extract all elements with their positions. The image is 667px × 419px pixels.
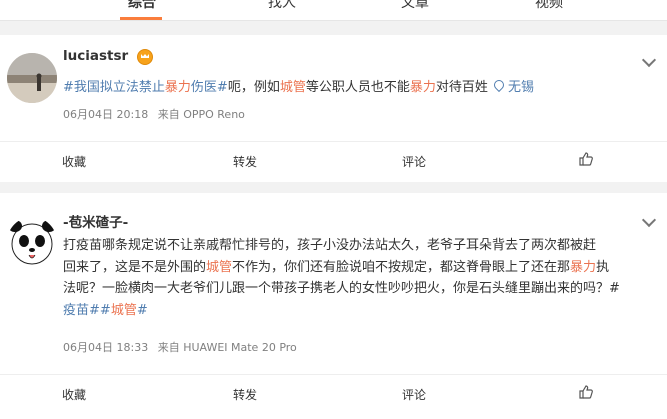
tab-articles[interactable]: 文章 [401, 0, 429, 12]
post-text: #我国拟立法禁止暴力伤医#呃，例如城管等公职人员也不能暴力对待百姓 无锡 [63, 77, 534, 99]
collect-button[interactable]: 收藏 [62, 153, 86, 170]
repost-button[interactable]: 转发 [233, 386, 257, 403]
search-tabs-bar: 综合 找人 文章 视频 [0, 0, 667, 21]
comment-button[interactable]: 评论 [402, 153, 426, 170]
post-time[interactable]: 06月04日 18:33 [63, 341, 148, 354]
active-tab-indicator [120, 17, 162, 20]
tab-videos[interactable]: 视频 [535, 0, 563, 12]
tab-users[interactable]: 找人 [268, 0, 296, 12]
location-link[interactable]: 无锡 [491, 77, 534, 95]
post-meta: 06月04日 18:33 来自 HUAWEI Mate 20 Pro [63, 339, 297, 355]
member-crown-icon [137, 49, 153, 65]
hashtag-link[interactable]: 疫苗# [63, 303, 100, 318]
username[interactable]: -苞米碴子- [63, 211, 128, 231]
thumbs-up-icon [579, 152, 593, 166]
avatar[interactable] [7, 217, 57, 267]
like-button[interactable] [579, 385, 593, 402]
post-time[interactable]: 06月04日 20:18 [63, 108, 148, 121]
chevron-down-icon[interactable] [641, 212, 657, 228]
post-actions: 收藏 转发 评论 [0, 141, 667, 180]
like-button[interactable] [579, 152, 593, 169]
post-source: 来自 OPPO Reno [157, 108, 245, 121]
post-card: luciastsr #我国拟立法禁止暴力伤医#呃，例如城管等公职人员也不能暴力对… [0, 35, 667, 182]
post-meta: 06月04日 20:18 来自 OPPO Reno [63, 106, 245, 122]
post-card: -苞米碴子- 打疫苗哪条规定说不让亲戚帮忙排号的，孩子小没办法站太久，老爷子耳朵… [0, 193, 667, 419]
comment-button[interactable]: 评论 [402, 386, 426, 403]
chevron-down-icon[interactable] [641, 52, 657, 68]
post-source: 来自 HUAWEI Mate 20 Pro [157, 341, 297, 354]
post-actions: 收藏 转发 评论 [0, 374, 667, 413]
repost-button[interactable]: 转发 [233, 153, 257, 170]
hashtag-link[interactable]: #城管# [100, 303, 148, 318]
collect-button[interactable]: 收藏 [62, 386, 86, 403]
post-text: 打疫苗哪条规定说不让亲戚帮忙排号的，孩子小没办法站太久，老爷子耳朵背去了两次都被… [63, 238, 620, 318]
hashtag-link[interactable]: #我国拟立法禁止暴力伤医# [63, 80, 228, 95]
thumbs-up-icon [579, 385, 593, 399]
avatar[interactable] [7, 53, 57, 103]
username[interactable]: luciastsr [63, 48, 128, 64]
tab-all[interactable]: 综合 [128, 0, 156, 12]
location-pin-icon [491, 77, 507, 93]
